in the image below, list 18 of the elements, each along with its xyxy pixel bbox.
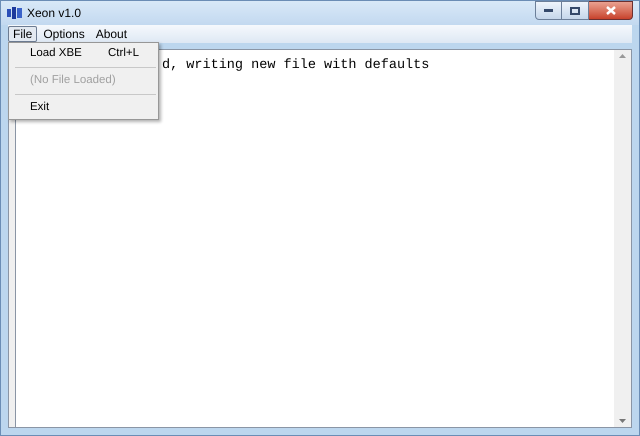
menu-item[interactable]: Options bbox=[38, 26, 90, 42]
close-button[interactable] bbox=[589, 1, 633, 20]
menu-item[interactable]: File bbox=[8, 26, 38, 42]
scroll-up-icon bbox=[619, 54, 626, 58]
app-icon bbox=[7, 6, 23, 20]
menu-entry[interactable]: Load XBE Ctrl+L bbox=[9, 45, 158, 63]
scroll-down-icon bbox=[619, 419, 626, 423]
maximize-icon bbox=[570, 6, 580, 14]
log-text: d, writing new file with defaults bbox=[162, 58, 430, 73]
window-title: Xeon v1.0 bbox=[27, 5, 82, 22]
menu-entry[interactable]: Exit bbox=[9, 99, 158, 117]
shortcut-text: Ctrl+L bbox=[108, 46, 139, 62]
scrollbar[interactable] bbox=[614, 50, 631, 427]
close-icon bbox=[606, 6, 616, 15]
maximize-button[interactable] bbox=[562, 1, 589, 20]
minimize-button[interactable] bbox=[535, 1, 562, 20]
menu-item[interactable]: About bbox=[90, 26, 132, 42]
minimize-icon bbox=[544, 9, 553, 12]
